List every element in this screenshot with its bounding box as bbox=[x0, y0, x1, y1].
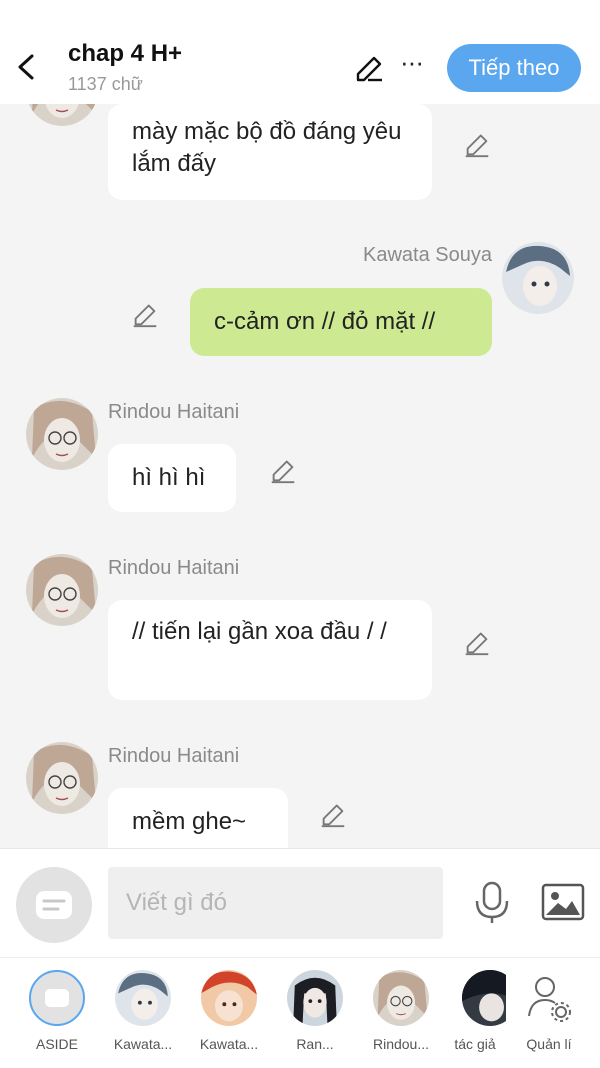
character-label: Ran... bbox=[296, 1036, 334, 1052]
character-ran[interactable]: Ran... bbox=[272, 970, 358, 1052]
character-selector: ASIDE Kawata... Kawata... Ran... Rindou.… bbox=[0, 957, 600, 1068]
avatar-rindou[interactable] bbox=[26, 104, 98, 126]
character-author[interactable]: tác giả bbox=[444, 970, 506, 1052]
message-bubble[interactable]: mềm ghe~ bbox=[108, 788, 288, 848]
character-label: ASIDE bbox=[35, 1036, 78, 1052]
character-rindou[interactable]: Rindou... bbox=[358, 970, 444, 1052]
chat-area: mày mặc bộ đồ đáng yêu lắm đấy Kawata So… bbox=[0, 104, 600, 848]
character-label: Kawata... bbox=[113, 1036, 173, 1052]
message-input[interactable]: Viết gì đó bbox=[108, 867, 443, 939]
sender-name: Rindou Haitani bbox=[108, 557, 240, 579]
avatar bbox=[462, 970, 506, 1026]
message-bubble[interactable]: hì hì hì bbox=[108, 444, 236, 512]
more-options-icon[interactable]: ··· bbox=[400, 49, 428, 80]
manage-characters-button[interactable]: Quản lí bbox=[506, 970, 592, 1052]
composer-bar: Viết gì đó bbox=[0, 848, 600, 957]
aside-chat-icon bbox=[36, 891, 72, 919]
microphone-icon[interactable] bbox=[470, 881, 514, 925]
image-upload-icon[interactable] bbox=[540, 879, 586, 925]
aside-toggle-button[interactable] bbox=[16, 867, 92, 943]
avatar bbox=[287, 970, 343, 1026]
edit-message-icon[interactable] bbox=[130, 298, 160, 328]
message-bubble[interactable]: mày mặc bộ đồ đáng yêu lắm đấy bbox=[108, 104, 432, 200]
avatar-rindou[interactable] bbox=[26, 398, 98, 470]
character-label: tác giả bbox=[454, 1036, 496, 1052]
sender-name: Kawata Souya bbox=[363, 244, 492, 266]
aside-icon bbox=[29, 970, 85, 1026]
edit-message-icon[interactable] bbox=[462, 626, 492, 656]
edit-pencil-icon[interactable] bbox=[352, 50, 386, 84]
avatar bbox=[373, 970, 429, 1026]
chapter-title: chap 4 H+ bbox=[68, 40, 183, 67]
avatar bbox=[201, 970, 257, 1026]
sender-name: Rindou Haitani bbox=[108, 401, 240, 423]
avatar-rindou[interactable] bbox=[26, 742, 98, 814]
character-label: Rindou... bbox=[372, 1036, 430, 1052]
message-bubble-own[interactable]: c-cảm ơn // đỏ mặt // bbox=[190, 288, 492, 356]
word-count: 1137 chữ bbox=[68, 74, 143, 94]
character-label: Kawata... bbox=[199, 1036, 259, 1052]
character-label: Quản lí bbox=[526, 1036, 572, 1052]
next-button[interactable]: Tiếp theo bbox=[447, 44, 581, 92]
message-bubble[interactable]: // tiến lại gần xoa đầu / / bbox=[108, 600, 432, 700]
character-kawata-souya[interactable]: Kawata... bbox=[100, 970, 186, 1052]
edit-message-icon[interactable] bbox=[318, 798, 348, 828]
avatar-rindou[interactable] bbox=[26, 554, 98, 626]
avatar-kawata-souya[interactable] bbox=[502, 242, 574, 314]
character-aside[interactable]: ASIDE bbox=[14, 970, 100, 1052]
header-bar: chap 4 H+ 1137 chữ ··· Tiếp theo bbox=[0, 0, 600, 104]
edit-message-icon[interactable] bbox=[462, 128, 492, 158]
person-gear-icon bbox=[521, 970, 577, 1026]
avatar bbox=[115, 970, 171, 1026]
back-arrow-icon[interactable] bbox=[12, 50, 42, 84]
edit-message-icon[interactable] bbox=[268, 454, 298, 484]
character-kawata-2[interactable]: Kawata... bbox=[186, 970, 272, 1052]
sender-name: Rindou Haitani bbox=[108, 745, 240, 767]
